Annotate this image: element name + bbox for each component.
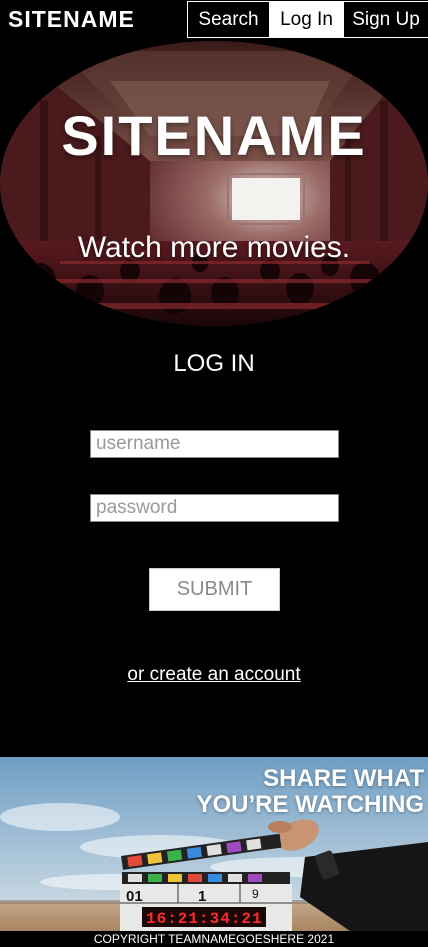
hero-banner: SITENAME Watch more movies. <box>0 41 428 326</box>
top-nav: Search Log In Sign Up <box>187 1 428 38</box>
submit-button[interactable]: SUBMIT <box>149 568 280 611</box>
password-input[interactable] <box>90 494 339 522</box>
promo-headline-1: SHARE WHAT <box>263 765 424 792</box>
promo-headline-2: YOU’RE WATCHING <box>196 791 424 818</box>
cinema-hall-image <box>0 41 428 326</box>
slate-timecode: 16:21:34:21 <box>146 910 263 928</box>
username-input[interactable] <box>90 430 339 458</box>
footer-copyright: COPYRIGHT TEAMNAMEGOESHERE 2021 <box>0 931 428 947</box>
nav-signup-button[interactable]: Sign Up <box>344 2 428 37</box>
create-account-link[interactable]: or create an account <box>0 664 428 686</box>
nav-search-button[interactable]: Search <box>188 2 269 37</box>
top-header: SITENAME Search Log In Sign Up <box>0 0 428 40</box>
promo-banner: 01 1 9 16:21:34:21 SHARE WHAT YOU’RE WAT… <box>0 757 428 931</box>
nav-login-button[interactable]: Log In <box>269 2 344 37</box>
hero-title: SITENAME <box>61 104 367 167</box>
slate-take: 1 <box>198 888 206 905</box>
login-heading: LOG IN <box>173 350 255 377</box>
slate-roll: 9 <box>252 887 259 901</box>
site-logo[interactable]: SITENAME <box>8 6 135 33</box>
slate-scene: 01 <box>126 888 143 905</box>
hero-tagline: Watch more movies. <box>77 231 351 264</box>
